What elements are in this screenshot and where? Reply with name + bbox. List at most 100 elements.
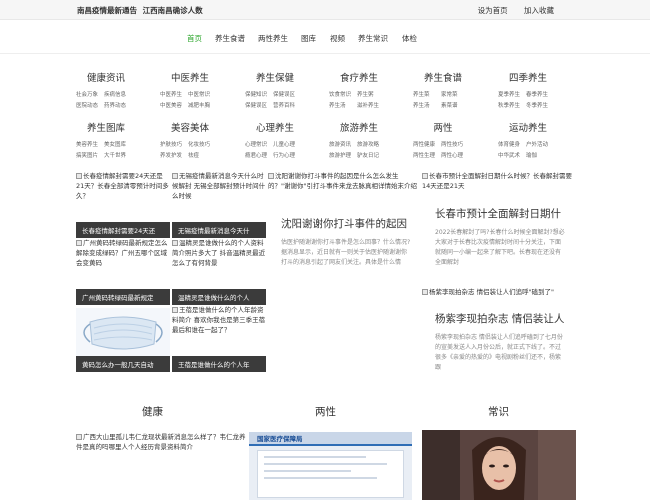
article-thumb[interactable]: 广西大山里孤儿韦仁龙现状最新消息怎么样了？韦仁龙养件是真的吗哪里人个人经历背景资… [76, 432, 246, 452]
set-home-link[interactable]: 设为首页 [478, 6, 508, 15]
category-sub[interactable]: 旅游资讯 [329, 140, 357, 148]
category-title[interactable]: 两性 [413, 120, 473, 134]
feature-title[interactable]: 长春市预计全面解封日期什 [435, 206, 561, 221]
category-title[interactable]: 美容美体 [160, 120, 220, 134]
main-nav: 首页 养生食谱 两性养生 图库 视频 养生常识 体检 [0, 20, 650, 54]
category-sub[interactable]: 两性健康 [413, 140, 441, 148]
category-sub[interactable]: 养生粥 [357, 90, 385, 98]
category-sub[interactable]: 化妆技巧 [188, 140, 216, 148]
category-sub[interactable]: 中医美容 [160, 101, 188, 109]
article-thumb[interactable]: 无锡疫情最新消息今天什么时候解封 无锡全部解封预计时间什么时候 [172, 171, 266, 201]
thumb-caption[interactable]: 王蓓是谁做什么的个人年 [172, 356, 266, 372]
category-sub[interactable]: 儿童心理 [273, 140, 301, 148]
feature-title[interactable]: 沈阳谢谢你打斗事件的起因 [281, 216, 407, 231]
category-title[interactable]: 心理养生 [245, 120, 305, 134]
nav-recipes[interactable]: 养生食谱 [215, 33, 245, 44]
headline-link[interactable]: 南昌疫情最新通告 [77, 6, 137, 15]
category-sub[interactable]: 瘾君心理 [245, 151, 273, 159]
category-title[interactable]: 中医养生 [160, 70, 220, 84]
category-sub[interactable]: 驴友日记 [357, 151, 385, 159]
category-sub[interactable]: 疾病信息 [104, 90, 132, 98]
category-sub[interactable]: 减肥丰胸 [188, 101, 216, 109]
nav-video[interactable]: 视频 [330, 33, 345, 44]
category-sub[interactable]: 体育健身 [498, 140, 526, 148]
category-sub[interactable]: 搞笑图片 [76, 151, 104, 159]
feature-title[interactable]: 杨紫李现拍杂志 情侣装让人 [435, 311, 564, 326]
category-sub[interactable]: 两性心理 [441, 151, 469, 159]
thumb-caption[interactable]: 温精灵是谁做什么的个人 [172, 289, 266, 305]
category-title[interactable]: 养生食谱 [413, 70, 473, 84]
category-sub[interactable]: 中医常识 [188, 90, 216, 98]
category-sub[interactable]: 心理常识 [245, 140, 273, 148]
screenshot-thumb[interactable]: 国家医疗保障局 [249, 432, 412, 500]
category-sub[interactable]: 两性生理 [413, 151, 441, 159]
category-sub[interactable]: 冬季养生 [526, 101, 554, 109]
category-sub[interactable]: 美女图库 [104, 140, 132, 148]
category-sub[interactable]: 夏季养生 [498, 90, 526, 98]
category-sub[interactable]: 祛痘 [188, 151, 216, 159]
category-sub[interactable]: 两性技巧 [441, 140, 469, 148]
category-sub[interactable]: 行为心理 [273, 151, 301, 159]
category-sub[interactable]: 养生汤 [413, 101, 441, 109]
category-sub[interactable]: 中医养生 [160, 90, 188, 98]
broken-image-icon [172, 240, 178, 246]
category-title[interactable]: 四季养生 [498, 70, 558, 84]
category-title[interactable]: 食疗养生 [329, 70, 389, 84]
nav-common-sense[interactable]: 养生常识 [358, 33, 388, 44]
category-sub[interactable]: 中华武术 [498, 151, 526, 159]
category-sub[interactable]: 医院动态 [76, 101, 104, 109]
category-sub[interactable]: 养生汤 [329, 101, 357, 109]
nav-checkup[interactable]: 体检 [402, 33, 417, 44]
category-diet: 食疗养生 饮食常识 养生粥 养生汤 滋补养生 [329, 70, 413, 109]
nav-sexual-health[interactable]: 两性养生 [258, 33, 288, 44]
feature-thumb[interactable]: 沈阳谢谢你打斗事件的起因是什么怎么发生的？"谢谢你"引打斗事件来龙去脉真相详情始… [268, 171, 418, 191]
category-sub[interactable]: 素菜谱 [441, 101, 469, 109]
thumb-alt: 广西大山里孤儿韦仁龙现状最新消息怎么样了？韦仁龙养件是真的吗哪里人个人经历背景资… [76, 433, 246, 451]
category-title[interactable]: 健康资讯 [76, 70, 136, 84]
category-sub[interactable]: 营养百科 [273, 101, 301, 109]
category-sub[interactable]: 养生菜 [413, 90, 441, 98]
thumb-caption[interactable]: 无锡疫情最新消息今天什 [172, 222, 266, 238]
bookmark-link[interactable]: 加入收藏 [524, 6, 554, 15]
category-sub[interactable]: 秋季养生 [498, 101, 526, 109]
category-sub[interactable]: 户外活动 [526, 140, 554, 148]
category-sub[interactable]: 保健误区 [273, 90, 301, 98]
thumb-alt: 广州黄码转绿码最新规定怎么解除变成绿码？广州五哪个区域会变黄码 [76, 239, 168, 267]
category-title[interactable]: 养生图库 [76, 120, 136, 134]
article-thumb[interactable]: 王蓓是谁做什么的个人年龄资料简介 喜欢你我也是第三季王蓓最后和谁在一起了？ [172, 305, 266, 335]
category-sub[interactable]: 旅游护理 [329, 151, 357, 159]
nav-home[interactable]: 首页 [187, 33, 202, 44]
thumb-caption[interactable]: 长春疫情解封需要24天还 [76, 222, 170, 238]
category-sub[interactable]: 养发护发 [160, 151, 188, 159]
category-title[interactable]: 旅游养生 [329, 120, 389, 134]
category-sub[interactable]: 家常菜 [441, 90, 469, 98]
category-sub[interactable]: 保健误区 [245, 101, 273, 109]
headline-link[interactable]: 江西南昌确诊人数 [143, 6, 203, 15]
category-sub[interactable]: 大千世界 [104, 151, 132, 159]
article-thumb[interactable]: 温精灵是谁做什么的个人资料简介照片多大了 抖音温精灵最近怎么了有何背景 [172, 238, 266, 268]
category-sub[interactable]: 社会万象 [76, 90, 104, 98]
top-bar: 南昌疫情最新通告 江西南昌确诊人数 设为首页 加入收藏 [0, 0, 650, 20]
category-sub[interactable]: 春季养生 [526, 90, 554, 98]
broken-image-icon [172, 307, 178, 313]
category-sub[interactable]: 瑜伽 [526, 151, 554, 159]
face-mask-image[interactable] [76, 308, 170, 356]
portrait-photo[interactable] [422, 430, 576, 500]
category-sub[interactable]: 旅游攻略 [357, 140, 385, 148]
article-thumb[interactable]: 长春疫情解封需要24天还是21天？长春全部清零预计时间多久？ [76, 171, 170, 201]
feature-thumb[interactable]: 杨紫李现拍杂志 情侣装让人们追呼"磕到了" [422, 287, 578, 297]
category-title[interactable]: 养生保健 [245, 70, 305, 84]
category-sub[interactable]: 护肤技巧 [160, 140, 188, 148]
thumb-alt: 王蓓是谁做什么的个人年龄资料简介 喜欢你我也是第三季王蓓最后和谁在一起了？ [172, 306, 266, 334]
category-sub[interactable]: 药界动态 [104, 101, 132, 109]
feature-thumb[interactable]: 长春市预计全面解封日期什么时候？长春解封需要14天还是21天 [422, 171, 578, 191]
thumb-caption[interactable]: 黄码怎么办一般几天自动 [76, 356, 170, 372]
article-thumb[interactable]: 广州黄码转绿码最新规定怎么解除变成绿码？广州五哪个区域会变黄码 [76, 238, 170, 268]
thumb-caption[interactable]: 广州黄码转绿码最新规定 [76, 289, 170, 305]
category-title[interactable]: 运动养生 [498, 120, 558, 134]
category-sub[interactable]: 美容养生 [76, 140, 104, 148]
category-sub[interactable]: 滋补养生 [357, 101, 385, 109]
nav-gallery[interactable]: 图库 [301, 33, 316, 44]
category-sub[interactable]: 饮食常识 [329, 90, 357, 98]
category-sub[interactable]: 保健知识 [245, 90, 273, 98]
